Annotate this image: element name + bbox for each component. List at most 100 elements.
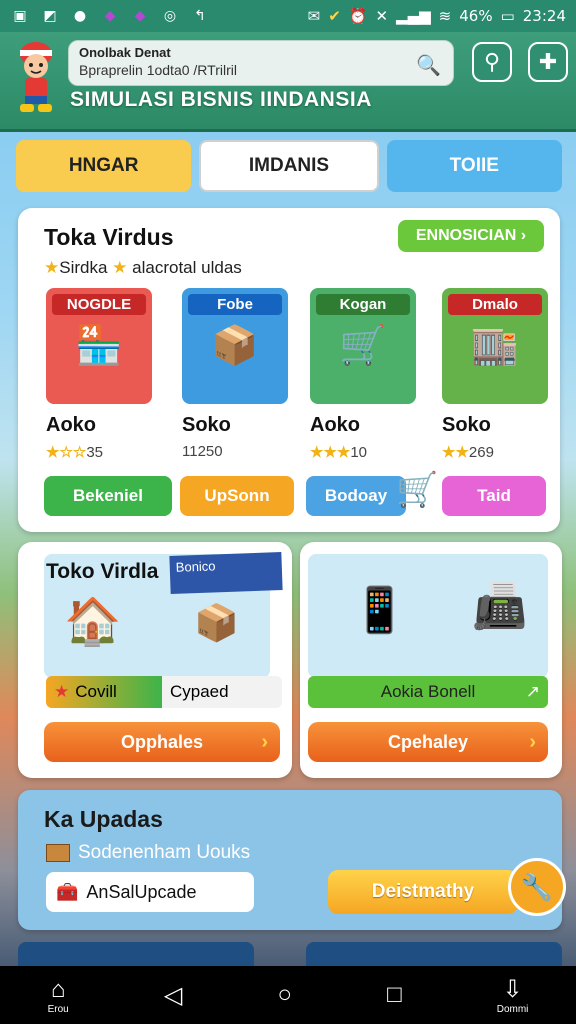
button-label: Cpehaley	[387, 731, 469, 752]
alarm-icon: ⏰	[348, 7, 368, 25]
product-card[interactable]: 🏬 Dmalo Soko ★★269	[442, 288, 548, 461]
star-icon: ★	[44, 258, 60, 277]
product-name: Aoko	[310, 414, 360, 436]
product-rating: ★★★10	[310, 443, 416, 461]
clock: 23:24	[522, 7, 566, 25]
tab-imdanis[interactable]: IMDANIS	[199, 140, 379, 192]
action-button-3[interactable]: Bodoay	[306, 476, 406, 516]
enroll-label: ENNOSICIAN	[415, 227, 517, 244]
download-nav[interactable]: ⇩ Dommi	[497, 975, 529, 1015]
product-rating: ★★269	[442, 443, 548, 461]
chest-icon: 🧰	[56, 881, 79, 902]
subtitle-text: Sirdka	[59, 258, 108, 277]
check-icon: ✔	[328, 7, 341, 25]
recents-button[interactable]: □	[387, 981, 402, 1009]
product-card[interactable]: 🛒 Kogan Aoko ★★★10	[310, 288, 416, 461]
recents-icon: □	[387, 981, 402, 1008]
rating-value: 269	[468, 444, 494, 461]
search-icon[interactable]: 🔍	[416, 53, 441, 78]
product-tag: Fobe	[188, 294, 282, 315]
call-icon: ↰	[194, 8, 206, 24]
back-icon: ◁	[163, 981, 183, 1009]
scanner-icon: 📠	[472, 582, 527, 631]
mascot-icon	[8, 36, 64, 116]
upgrade-button[interactable]: Deistmathy	[328, 870, 518, 914]
shop-card-left: 🏠 📦 Toko Virdla Bonico ★ Covill Cypaed Op…	[18, 542, 292, 778]
arrow-icon: ↗	[525, 682, 540, 701]
tab-hngar[interactable]: HNGAR	[16, 140, 192, 192]
upgrade-item[interactable]: 🧰 AnSalUpcade	[46, 872, 254, 912]
box-icon: 📦	[194, 602, 239, 643]
whatsapp-icon: ◎	[163, 8, 177, 24]
button-label: Opphales	[120, 731, 204, 752]
search-button[interactable]: ⚲	[472, 42, 512, 82]
store-subtitle: ★Sirdka ★ alacrotal uldas	[44, 258, 242, 278]
purchase-button-left[interactable]: Opphales ›	[44, 722, 280, 762]
product-name: Aoko	[46, 414, 96, 436]
home-label: Erou	[47, 1003, 69, 1015]
progress-label: Covill	[75, 682, 117, 701]
download-label: Dommi	[496, 1004, 529, 1015]
rating-stars: ★★	[442, 444, 469, 461]
tab-bar: HNGAR IMDANIS TOIIE	[16, 140, 562, 192]
chevron-right-icon: ›	[261, 730, 268, 753]
product-tag: NOGDLE	[52, 294, 146, 315]
app-header: Onolbak Denat Bpraprelin 1odta0 /RTrilri…	[0, 32, 576, 132]
rating-value: 11250	[182, 443, 223, 460]
update-subtitle: Sodenenham Uouks	[46, 842, 250, 864]
tab-label: TOIIE	[449, 155, 499, 176]
tab-label: HNGAR	[68, 155, 139, 176]
subtitle-text-2: alacrotal uldas	[132, 258, 242, 277]
search-input[interactable]: Bpraprelin 1odta0 /RTrilril	[79, 62, 443, 78]
product-name: Soko	[182, 414, 231, 436]
box-image-icon: 📦 Fobe	[182, 288, 288, 404]
store-card: Toka Virdus ★Sirdka ★ alacrotal uldas EN…	[18, 208, 560, 532]
action-fab[interactable]: 🔧	[508, 858, 566, 916]
tab-toiie[interactable]: TOIIE	[386, 140, 562, 192]
enroll-button[interactable]: ENNOSICIAN ›	[398, 220, 544, 252]
search-bar[interactable]: Onolbak Denat Bpraprelin 1odta0 /RTrilri…	[68, 40, 454, 86]
market-image-icon: 🛒 Kogan	[310, 288, 416, 404]
back-button[interactable]: ◁	[164, 981, 182, 1010]
purchase-button-right[interactable]: Cpehaley ›	[308, 722, 548, 762]
chevron-right-icon: ›	[529, 730, 536, 753]
home-nav[interactable]: ⌂ Erou	[48, 976, 69, 1015]
rating-value: 10	[350, 444, 368, 461]
card-peek-right	[306, 942, 562, 966]
store-title: Toka Virdus	[44, 224, 174, 250]
action-button-4[interactable]: Taid	[442, 476, 546, 516]
shop-title: Toko Virdla	[46, 560, 159, 583]
tab-label: IMDANIS	[248, 155, 330, 176]
update-panel: Ka Upadas Sodenenham Uouks 🧰 AnSalUpcade …	[18, 790, 566, 930]
download-icon: ⇩	[502, 976, 523, 1003]
product-card[interactable]: 📦 Fobe Soko 11250	[182, 288, 288, 460]
battery-icon: ▭	[500, 7, 515, 25]
update-title: Ka Upadas	[44, 806, 163, 832]
signal-icon: ▂▄▆	[396, 7, 431, 25]
status-bar-right: Aokia Bonell ↗	[308, 676, 548, 708]
action-button-2[interactable]: UpSonn	[180, 476, 294, 516]
wrench-icon: 🔧	[520, 871, 554, 902]
product-card[interactable]: 🏪 NOGDLE Aoko ★☆☆35	[46, 288, 152, 461]
card-peek-left	[18, 942, 254, 966]
circle-home-icon: ○	[277, 981, 292, 1008]
battery-percent: 46%	[459, 7, 493, 25]
star-icon: ★	[112, 258, 128, 277]
system-nav-bar: ⌂ Erou ◁ ○ □ ⇩ Dommi	[0, 966, 576, 1024]
shop-tag: Bonico	[169, 552, 283, 594]
product-tag: Kogan	[316, 294, 410, 315]
action-button-1[interactable]: Bekeniel	[44, 476, 172, 516]
store-image-icon: 🏬 Dmalo	[442, 288, 548, 404]
shop-icon: 🏠	[64, 595, 122, 647]
mute-icon: ✕	[375, 7, 389, 25]
rating-stars: ★☆☆	[46, 444, 87, 461]
home-button[interactable]: ○	[277, 981, 292, 1009]
status-bar: ▣ ◩ ● ◆ ◆ ◎ ↰ ✉ ✔ ⏰ ✕ ▂▄▆ ≋ 46% ▭ 23:24	[0, 0, 576, 32]
app-icon: ◆	[104, 8, 116, 24]
settings-button[interactable]: ✚	[528, 42, 568, 82]
progress-fill: ★ Covill	[46, 676, 162, 708]
app-title: SIMULASI BISNIS IINDANSIA	[70, 88, 372, 111]
product-tag: Dmalo	[448, 294, 542, 315]
status-label: Aokia Bonell	[380, 682, 476, 701]
progress-value: Cypaed	[170, 682, 229, 701]
